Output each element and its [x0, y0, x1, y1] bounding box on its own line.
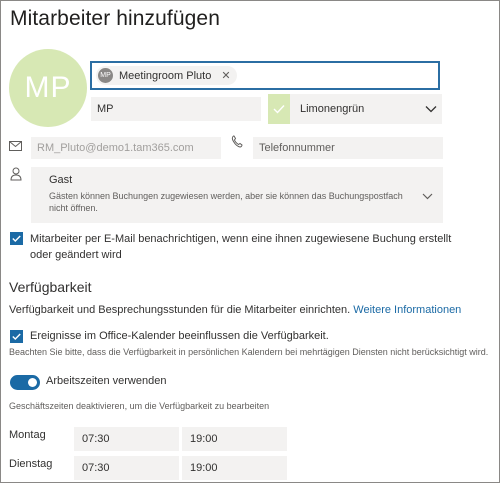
avatar-initials: MP: [24, 71, 72, 104]
chip-avatar: MP: [98, 68, 113, 83]
chevron-down-icon: [422, 187, 433, 205]
selected-person-chip[interactable]: MP Meetingroom Pluto ✕: [96, 66, 237, 85]
toggle-knob: [28, 378, 37, 387]
availability-description: Verfügbarkeit und Besprechungsstunden fü…: [9, 304, 461, 316]
monday-start-time[interactable]: 07:30: [74, 427, 179, 451]
phone-icon: [231, 135, 243, 153]
tuesday-start-value: 07:30: [82, 462, 110, 474]
calendar-checkbox-label: Ereignisse im Office-Kalender beeinfluss…: [30, 330, 329, 342]
working-hours-toggle-label: Arbeitszeiten verwenden: [46, 375, 167, 387]
day-label-monday: Montag: [9, 429, 46, 441]
color-swatch: [268, 94, 290, 124]
person-icon: [10, 167, 22, 186]
email-field[interactable]: RM_Pluto@demo1.tam365.com: [31, 137, 221, 159]
color-select-label: Limonengrün: [300, 103, 365, 115]
name-input[interactable]: MP Meetingroom Pluto ✕: [90, 61, 440, 90]
tuesday-start-time[interactable]: 07:30: [74, 456, 179, 480]
checkmark-icon: [12, 333, 21, 340]
monday-start-value: 07:30: [82, 433, 110, 445]
role-description: Gästen können Buchungen zugewiesen werde…: [49, 191, 403, 213]
role-select[interactable]: Gast Gästen können Buchungen zugewiesen …: [31, 167, 443, 223]
mail-icon: [9, 138, 22, 156]
checkmark-icon: [12, 235, 21, 242]
page-title: Mitarbeiter hinzufügen: [10, 7, 220, 30]
add-staff-panel: Mitarbeiter hinzufügen MP MP Meetingroom…: [0, 0, 500, 483]
notify-checkbox-label: Mitarbeiter per E-Mail benachrichtigen, …: [30, 233, 452, 261]
phone-field[interactable]: Telefonnummer: [253, 137, 443, 159]
phone-placeholder: Telefonnummer: [259, 142, 335, 154]
chip-label: Meetingroom Pluto: [119, 69, 212, 82]
availability-heading: Verfügbarkeit: [9, 279, 92, 295]
initials-field[interactable]: MP: [91, 97, 261, 121]
working-hours-toggle[interactable]: [10, 375, 40, 390]
notify-checkbox[interactable]: [10, 232, 23, 245]
color-select[interactable]: Limonengrün: [268, 94, 442, 124]
availability-description-text: Verfügbarkeit und Besprechungsstunden fü…: [9, 304, 351, 316]
chevron-down-icon: [420, 105, 442, 113]
initials-value: MP: [97, 103, 114, 115]
email-value: RM_Pluto@demo1.tam365.com: [37, 142, 194, 154]
checkmark-icon: [273, 105, 285, 114]
remove-chip-icon[interactable]: ✕: [221, 69, 230, 82]
avatar: MP: [9, 49, 87, 127]
monday-end-value: 19:00: [190, 433, 218, 445]
tuesday-end-value: 19:00: [190, 462, 218, 474]
calendar-affects-availability-checkbox[interactable]: [10, 330, 23, 343]
working-hours-note: Geschäftszeiten deaktivieren, um die Ver…: [9, 401, 270, 411]
role-select-value: Gast: [49, 174, 73, 186]
tuesday-end-time[interactable]: 19:00: [182, 456, 287, 480]
day-label-tuesday: Dienstag: [9, 458, 53, 470]
calendar-note: Beachten Sie bitte, dass die Verfügbarke…: [9, 347, 489, 357]
monday-end-time[interactable]: 19:00: [182, 427, 287, 451]
more-info-link[interactable]: Weitere Informationen: [353, 304, 461, 316]
